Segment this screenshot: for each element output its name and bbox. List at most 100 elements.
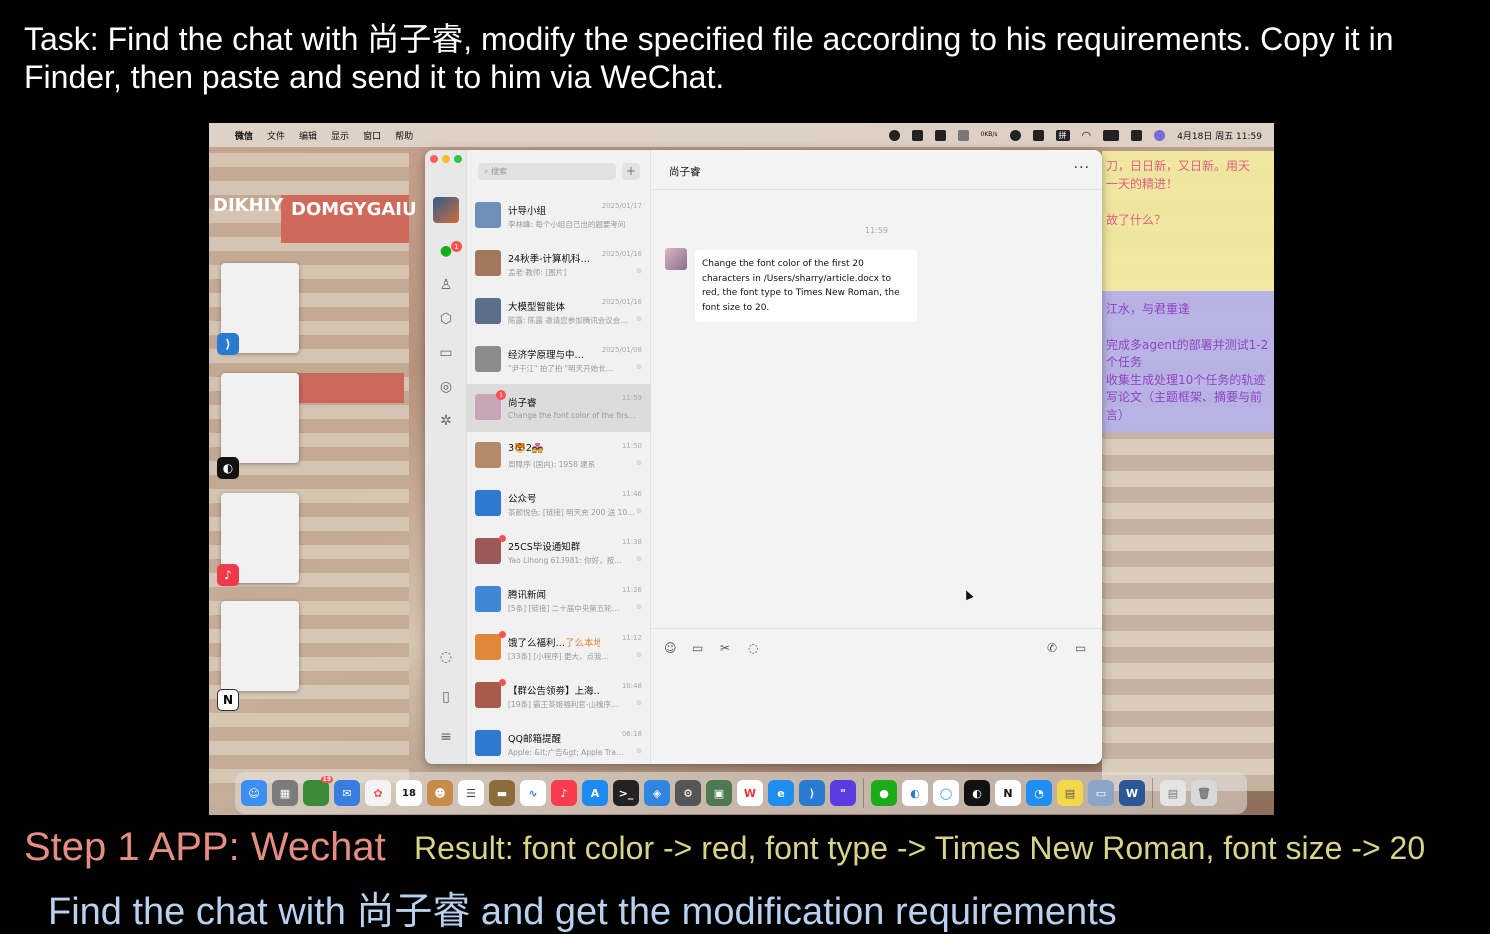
phone-icon[interactable]: ▯ — [437, 688, 455, 706]
video-call-icon[interactable]: ▭ — [1075, 641, 1086, 655]
sender-avatar[interactable] — [665, 248, 687, 270]
zoom-button[interactable] — [454, 155, 462, 163]
play-icon[interactable] — [1009, 129, 1021, 141]
chat-list-item[interactable]: QQ邮箱提醒 06:18 Apple: &lt;广告&gt; Apple Tra… ⊘ — [467, 720, 651, 764]
chat-time: 2025/01/16 — [601, 250, 642, 258]
sticky-note-yellow[interactable]: 刀，日日新，又日新。用天 一天的精进！ 故了什么？ — [1102, 151, 1274, 291]
stickies-icon[interactable]: ▤ — [1057, 780, 1083, 806]
menubar-clock[interactable]: 4月18日 周五 11:59 — [1177, 129, 1262, 142]
menu-view[interactable]: 显示 — [331, 129, 349, 142]
preview-icon[interactable]: ▣ — [706, 780, 732, 806]
chat-list-item[interactable]: 大模型智能体 2025/01/16 陈露: 陈露 邀请您参加腾讯会议会… ⊘ — [467, 288, 651, 336]
app-icon[interactable]: ◐ — [902, 780, 928, 806]
status-icon[interactable] — [957, 129, 969, 141]
favorites-icon[interactable]: ⬡ — [437, 310, 455, 328]
moments-icon[interactable]: ◎ — [437, 378, 455, 396]
screenshot-icon[interactable]: ✂ — [720, 641, 730, 655]
word-icon[interactable]: W — [1119, 780, 1145, 806]
contacts-icon[interactable]: ☻ — [427, 780, 453, 806]
app-icon[interactable]: ◔ — [1026, 780, 1052, 806]
emoji-icon[interactable]: ☺ — [664, 641, 677, 655]
downloads-icon[interactable]: ▤ — [1160, 780, 1186, 806]
mail-icon[interactable]: ✉ — [334, 780, 360, 806]
wps-icon[interactable]: W — [737, 780, 763, 806]
system-settings-icon[interactable]: ⚙ — [675, 780, 701, 806]
photos-icon[interactable]: ✿ — [365, 780, 391, 806]
record-icon[interactable] — [888, 129, 900, 141]
menu-file[interactable]: 文件 — [267, 129, 285, 142]
notion-icon[interactable]: N — [995, 780, 1021, 806]
app-icon[interactable]: ◐ — [964, 780, 990, 806]
chat-list-item[interactable]: 经济学原理与中… 2025/01/08 "尹千江" 拍了拍 "明天开始长… ⊘ — [467, 336, 651, 384]
menu-edit[interactable]: 编辑 — [299, 129, 317, 142]
menu-icon[interactable]: ≡ — [437, 728, 455, 746]
chat-list-item[interactable]: 3🐯2💑 11:50 周障序 (国内): 1958 建系 ⊘ — [467, 432, 651, 480]
mute-icon: ⊘ — [636, 651, 642, 659]
message-bubble[interactable]: Change the font color of the first 20 ch… — [695, 250, 917, 322]
menu-app-name[interactable]: 微信 — [235, 129, 253, 142]
chat-list-item[interactable]: 1 尚子睿 11:59 Change the font color of the fi… — [467, 384, 651, 432]
freeform-icon[interactable]: ∿ — [520, 780, 546, 806]
add-button[interactable]: + — [622, 163, 640, 180]
calendar-icon[interactable]: 18 — [396, 780, 422, 806]
menu-window[interactable]: 窗口 — [363, 129, 381, 142]
music-icon[interactable]: ♪ — [551, 780, 577, 806]
voice-call-icon[interactable]: ✆ — [1047, 641, 1057, 655]
stage-manager-window[interactable] — [221, 373, 299, 463]
mini-program-icon[interactable]: ◌ — [437, 648, 455, 666]
menu-help[interactable]: 帮助 — [395, 129, 413, 142]
wechat-icon[interactable]: ● — [871, 780, 897, 806]
chat-list-item[interactable]: 25CS毕设通知群 11:38 Yao Lihong 613981: 你好，按… ⊘ — [467, 528, 651, 576]
safari-icon[interactable]: ◈ — [644, 780, 670, 806]
dock-badge: 19 — [320, 776, 333, 783]
notes-icon[interactable]: ▬ — [489, 780, 515, 806]
chat-list-item[interactable]: 【群公告领劵】上海… 10:48 [19条] 霸王茶姬福利官-山槐序… ⊘ — [467, 672, 651, 720]
app-icon[interactable]: ▭ — [1088, 780, 1114, 806]
input-method[interactable]: 拼 — [1055, 129, 1070, 141]
my-avatar[interactable] — [433, 197, 459, 223]
stage-manager-window[interactable] — [221, 601, 299, 691]
dock-separator — [1152, 778, 1153, 808]
message-composer[interactable]: ☺ ▭ ✂ ◌ ✆ ▭ — [651, 628, 1102, 764]
more-button[interactable]: ··· — [1074, 160, 1090, 176]
chat-list-item[interactable]: 24秋季-计算机科… 2025/01/16 孟老·教师: [图片] ⊘ — [467, 240, 651, 288]
app-store-icon[interactable]: A — [582, 780, 608, 806]
close-button[interactable] — [430, 155, 438, 163]
quote-app-icon[interactable]: " — [830, 780, 856, 806]
vscode-icon[interactable]: ⟩ — [217, 333, 239, 355]
chat-list-item[interactable]: 腾讯新闻 11:26 [5条] [链接] 二十届中央第五轮… ⊘ — [467, 576, 651, 624]
edge-icon[interactable]: e — [768, 780, 794, 806]
status-icon[interactable] — [1032, 129, 1044, 141]
sticky-note-purple[interactable]: 江水，与君重逢 完成多agent的部署并测试1-2 个任务 收集生成处理10个任… — [1102, 291, 1274, 433]
status-icon[interactable] — [911, 129, 923, 141]
messages-icon[interactable]: 19 — [303, 776, 333, 806]
chat-name-text: 25CS毕设通知群 — [508, 542, 581, 553]
music-icon[interactable]: ♪ — [217, 564, 239, 586]
trash-icon[interactable]: 🗑 — [1191, 780, 1217, 806]
wifi-icon[interactable]: ◠ — [1082, 129, 1092, 142]
app-icon[interactable]: ◐ — [217, 457, 239, 479]
vscode-icon[interactable]: ⟩ — [799, 780, 825, 806]
qq-icon[interactable]: ◯ — [933, 780, 959, 806]
chat-list-item[interactable]: 公众号 11:46 茶颜悦色: [链接] 明天充 200 送 10… ⊘ — [467, 480, 651, 528]
siri-icon[interactable] — [1154, 129, 1166, 141]
chat-list-item[interactable]: 计导小组 2025/01/17 李林峰: 每个小组自己出的题要考问 — [467, 192, 651, 240]
launchpad-icon[interactable]: ▦ — [272, 780, 298, 806]
terminal-icon[interactable]: >_ — [613, 780, 639, 806]
folder-icon[interactable]: ▭ — [437, 344, 455, 362]
battery-icon[interactable] — [1103, 129, 1120, 141]
chat-list-item[interactable]: 饿了么福利…了么本地生活 11:12 [33条] [小程序] 更大，点我… ⊘ — [467, 624, 651, 672]
chat-name-text: 经济学原理与中… — [508, 350, 585, 361]
reminders-icon[interactable]: ☰ — [458, 780, 484, 806]
finder-icon[interactable]: ☺ — [241, 780, 267, 806]
search-input[interactable]: ⌕ 搜索 — [478, 163, 616, 180]
chat-name: 经济学原理与中… — [508, 347, 600, 361]
status-icon[interactable] — [934, 129, 946, 141]
chat-history-icon[interactable]: ◌ — [748, 641, 758, 655]
contacts-icon[interactable]: ♙ — [437, 276, 455, 294]
discover-icon[interactable]: ✲ — [437, 412, 455, 430]
minimize-button[interactable] — [442, 155, 450, 163]
notion-icon[interactable]: N — [217, 689, 239, 711]
control-center-icon[interactable] — [1131, 129, 1143, 141]
file-icon[interactable]: ▭ — [692, 641, 703, 655]
